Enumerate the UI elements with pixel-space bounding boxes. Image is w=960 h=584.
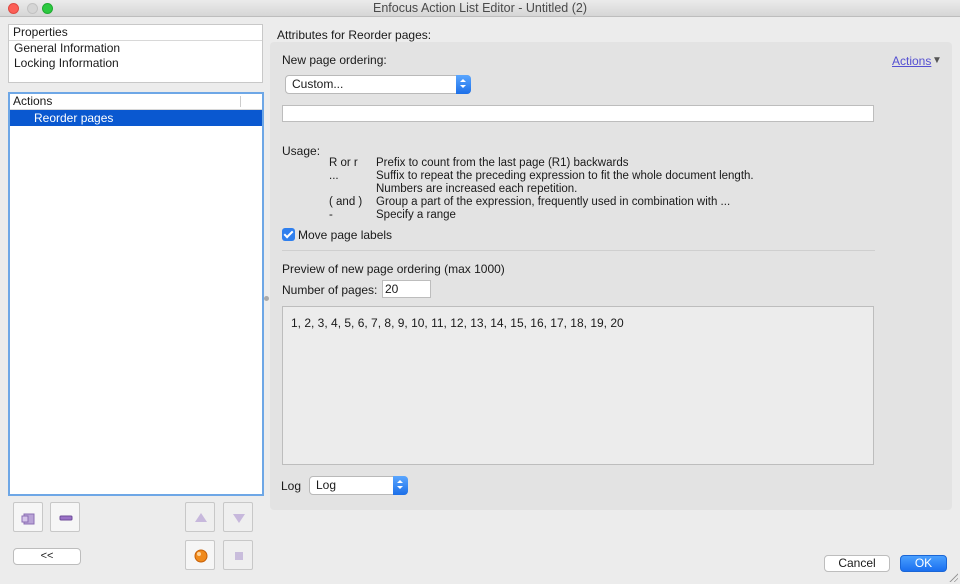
window-title: Enfocus Action List Editor - Untitled (2… [373, 1, 587, 15]
run-button[interactable] [185, 540, 215, 570]
select-arrows-icon [456, 75, 471, 94]
move-down-icon [233, 514, 245, 523]
usage-desc: Specify a range [376, 209, 456, 221]
cancel-button[interactable]: Cancel [824, 555, 890, 572]
add-action-icon [21, 513, 35, 525]
run-icon [194, 549, 208, 563]
preview-text: 1, 2, 3, 4, 5, 6, 7, 8, 9, 10, 11, 12, 1… [291, 316, 624, 330]
log-select[interactable]: Log [309, 476, 408, 495]
usage-desc: Suffix to repeat the preceding expressio… [376, 170, 754, 182]
resize-grip-icon[interactable] [948, 572, 958, 582]
ordering-expression-input[interactable] [282, 105, 874, 122]
usage-desc: Group a part of the expression, frequent… [376, 196, 731, 208]
usage-key: ( and ) [329, 196, 363, 208]
stop-button[interactable] [223, 540, 253, 570]
remove-action-button[interactable] [50, 502, 80, 532]
preview-output: 1, 2, 3, 4, 5, 6, 7, 8, 9, 10, 11, 12, 1… [282, 306, 874, 465]
log-select-value: Log [316, 478, 337, 492]
move-page-labels-checkbox[interactable] [282, 228, 295, 241]
section-divider [282, 250, 875, 251]
usage-label: Usage: [282, 144, 321, 158]
ok-button[interactable]: OK [900, 555, 947, 572]
action-item-reorder-pages[interactable]: Reorder pages [10, 110, 262, 126]
number-of-pages-label: Number of pages: [282, 283, 378, 297]
log-label: Log [281, 479, 302, 493]
move-down-button[interactable] [223, 502, 253, 532]
usage-desc: Prefix to count from the last page (R1) … [376, 157, 629, 169]
ordering-label: New page ordering: [282, 53, 387, 67]
preview-label: Preview of new page ordering (max 1000) [282, 262, 505, 276]
usage-key: - [329, 209, 333, 221]
actions-menu-caret-icon[interactable]: ▼ [932, 55, 942, 66]
usage-key: ... [329, 170, 339, 182]
move-up-icon [195, 513, 207, 522]
attributes-section-label: Attributes for Reorder pages: [277, 28, 432, 42]
move-page-labels-label[interactable]: Move page labels [298, 228, 392, 242]
move-up-button[interactable] [185, 502, 215, 532]
actions-list[interactable]: Actions Reorder pages [8, 92, 264, 496]
remove-action-icon [59, 515, 73, 521]
number-of-pages-input[interactable]: 20 [382, 280, 431, 298]
title-bar: Enfocus Action List Editor - Untitled (2… [0, 0, 960, 17]
stop-icon [235, 552, 243, 560]
properties-item-general[interactable]: General Information [9, 41, 262, 56]
column-separator [240, 96, 241, 107]
properties-item-locking[interactable]: Locking Information [9, 56, 262, 71]
properties-list: Properties General Information Locking I… [8, 24, 263, 83]
ordering-select[interactable]: Custom... [285, 75, 471, 94]
actions-menu-link[interactable]: Actions [892, 54, 931, 68]
actions-header: Actions [10, 94, 262, 110]
add-action-button[interactable] [13, 502, 43, 532]
select-arrows-icon [393, 476, 408, 495]
properties-header: Properties [9, 25, 262, 41]
usage-desc: Numbers are increased each repetition. [376, 183, 578, 195]
splitter-handle[interactable] [264, 296, 269, 301]
ordering-select-value: Custom... [292, 77, 344, 91]
usage-key: R or r [329, 157, 358, 169]
actions-header-label: Actions [13, 94, 53, 108]
collapse-panel-button[interactable]: << [13, 548, 81, 565]
